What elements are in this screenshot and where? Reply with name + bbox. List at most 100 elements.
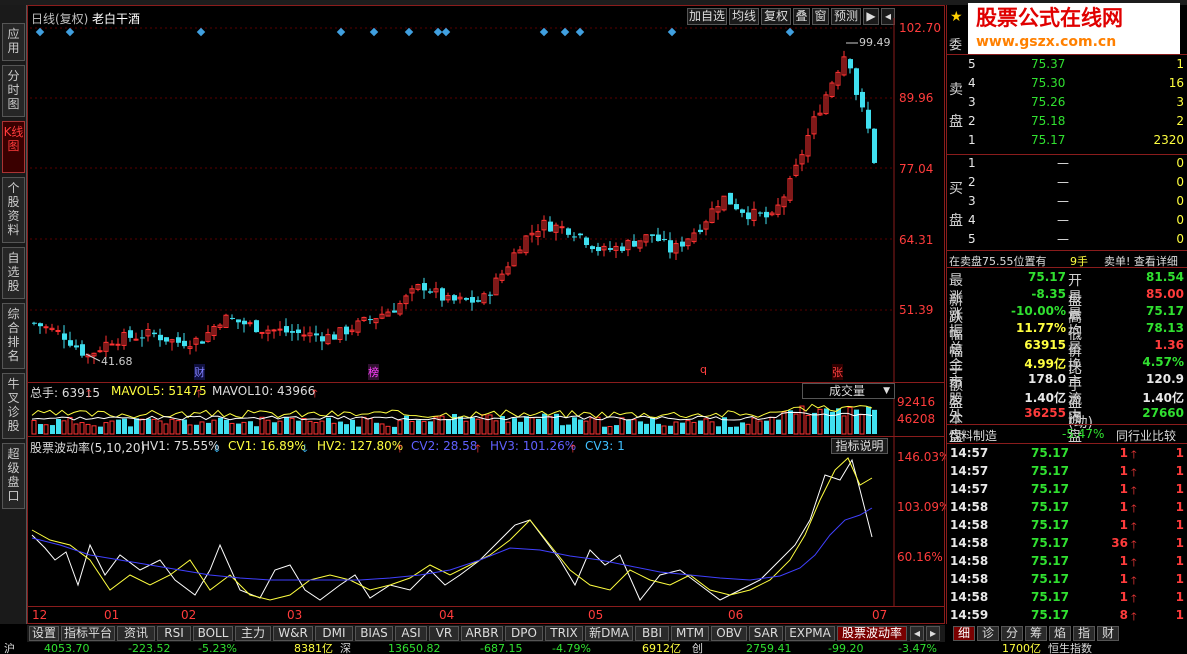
tab-arbr[interactable]: ARBR xyxy=(461,626,503,641)
candle-body xyxy=(680,241,685,247)
volume-bar xyxy=(296,420,301,434)
volume-bar xyxy=(356,426,361,434)
tab-indicator-platform[interactable]: 指标平台 xyxy=(61,626,115,641)
event-marker-rise[interactable]: 张 xyxy=(832,364,843,380)
tab-rsi[interactable]: RSI xyxy=(157,626,191,641)
stat-value: 36255 xyxy=(1024,406,1066,420)
tab-bbi[interactable]: BBI xyxy=(635,626,669,641)
trade-price: 75.17 xyxy=(1031,500,1069,514)
buy-price: — xyxy=(1057,194,1069,208)
cv3-label: CV3: 1 xyxy=(585,439,625,453)
volume-bar xyxy=(566,424,571,434)
event-marker-q[interactable]: q xyxy=(700,363,707,376)
trade-volume: 1 xyxy=(1119,590,1128,604)
ticker-sh-change: -223.52 xyxy=(128,643,171,654)
buy-volume: 0 xyxy=(1176,175,1184,189)
ticker-sz-change: -687.15 xyxy=(480,643,523,654)
candle-body xyxy=(488,294,493,296)
industry-compare-link[interactable]: 同行业比较 xyxy=(1116,427,1176,444)
tab-mtm[interactable]: MTM xyxy=(671,626,709,641)
tab-new-dma[interactable]: 新DMA xyxy=(585,626,633,641)
tab-dpo[interactable]: DPO xyxy=(505,626,543,641)
scroll-right-icon[interactable]: ▸ xyxy=(926,626,940,641)
divider xyxy=(947,443,1187,444)
volume-bar xyxy=(128,426,133,434)
volume-bar xyxy=(326,417,331,434)
indicator-axis-label: 103.09% xyxy=(897,500,951,514)
volume-bar xyxy=(61,420,67,435)
candle-body xyxy=(247,322,253,325)
tab-trix[interactable]: TRIX xyxy=(545,626,583,641)
candle-body xyxy=(254,320,259,333)
order-level: 1 xyxy=(968,156,976,170)
candle-body xyxy=(548,221,553,232)
industry-name[interactable]: 饮料制造 xyxy=(949,427,997,444)
date-axis-label: 03 xyxy=(287,608,303,622)
divider xyxy=(947,54,1187,55)
star-icon[interactable]: ★ xyxy=(950,9,963,25)
scroll-left-icon[interactable]: ◂ xyxy=(910,626,924,641)
candle-body xyxy=(301,334,307,337)
event-marker-list[interactable]: 榜 xyxy=(368,364,379,380)
trade-time: 14:59 xyxy=(950,608,989,622)
right-tab[interactable]: 诊 xyxy=(977,626,999,641)
tab-dmi[interactable]: DMI xyxy=(315,626,353,641)
right-tab[interactable]: 焰 xyxy=(1049,626,1071,641)
stat-value: 63915 xyxy=(1024,338,1066,352)
volume-bar xyxy=(446,419,451,434)
tab-news[interactable]: 资讯 xyxy=(117,626,155,641)
candle-body xyxy=(259,331,265,334)
volume-bar xyxy=(650,417,655,434)
low-price-label: 41.68 xyxy=(101,355,133,368)
tab-obv[interactable]: OBV xyxy=(711,626,747,641)
candle-body xyxy=(368,319,373,321)
candle-body xyxy=(115,343,121,346)
tab-boll[interactable]: BOLL xyxy=(193,626,233,641)
candle-body xyxy=(872,128,877,163)
right-tab[interactable]: 指 xyxy=(1073,626,1095,641)
tab-wr[interactable]: W&R xyxy=(273,626,313,641)
tab-main-force[interactable]: 主力 xyxy=(235,626,271,641)
ticker-hsi-label: 恒生指数 xyxy=(1048,643,1092,654)
order-level: 3 xyxy=(968,194,976,208)
buy-label: 盘 xyxy=(949,213,963,229)
indicator-dropdown-value: 成交量 xyxy=(829,384,866,398)
event-marker-finance[interactable]: 财 xyxy=(194,364,205,380)
stat-value: 120.9 xyxy=(1146,372,1184,386)
candle-body xyxy=(242,320,247,325)
tab-settings[interactable]: 设置 xyxy=(29,626,59,641)
volume-bar xyxy=(757,420,763,435)
trade-count: 1 xyxy=(1175,554,1184,568)
tab-expma[interactable]: EXPMA xyxy=(785,626,835,641)
candle-body xyxy=(764,211,769,218)
candle-body xyxy=(656,234,661,242)
indicator-help-button[interactable]: 指标说明 xyxy=(831,438,888,454)
volume-bar xyxy=(547,415,553,435)
trade-price: 75.17 xyxy=(1031,464,1069,478)
right-tab[interactable]: 分 xyxy=(1001,626,1023,641)
candle-body xyxy=(74,345,79,348)
tab-volatility[interactable]: 股票波动率 xyxy=(837,626,907,641)
tab-sar[interactable]: SAR xyxy=(749,626,783,641)
right-tab[interactable]: 细 xyxy=(953,626,975,641)
candle-body xyxy=(440,288,445,301)
arrow-up-icon: 🡑 xyxy=(1131,466,1137,479)
indicator-dropdown[interactable]: 成交量 ▼ xyxy=(802,383,895,399)
volume-bar xyxy=(656,423,661,434)
candle-body xyxy=(236,319,241,323)
indicator-axis-label: 60.16% xyxy=(897,550,943,564)
tab-asi[interactable]: ASI xyxy=(395,626,427,641)
tab-bias[interactable]: BIAS xyxy=(355,626,393,641)
volume-bar xyxy=(175,420,181,435)
tab-vr[interactable]: VR xyxy=(429,626,459,641)
volume-bar xyxy=(289,417,295,435)
right-tab[interactable]: 筹 xyxy=(1025,626,1047,641)
volume-bar xyxy=(764,420,769,434)
order-level: 4 xyxy=(968,76,976,90)
volume-bar xyxy=(619,417,625,435)
pane-divider xyxy=(28,606,944,607)
ticker-sz-amount: 6912亿 xyxy=(642,643,681,654)
buy-price: — xyxy=(1057,156,1069,170)
right-tab[interactable]: 财 xyxy=(1097,626,1119,641)
volume-axis-label: 92416 xyxy=(897,395,936,409)
